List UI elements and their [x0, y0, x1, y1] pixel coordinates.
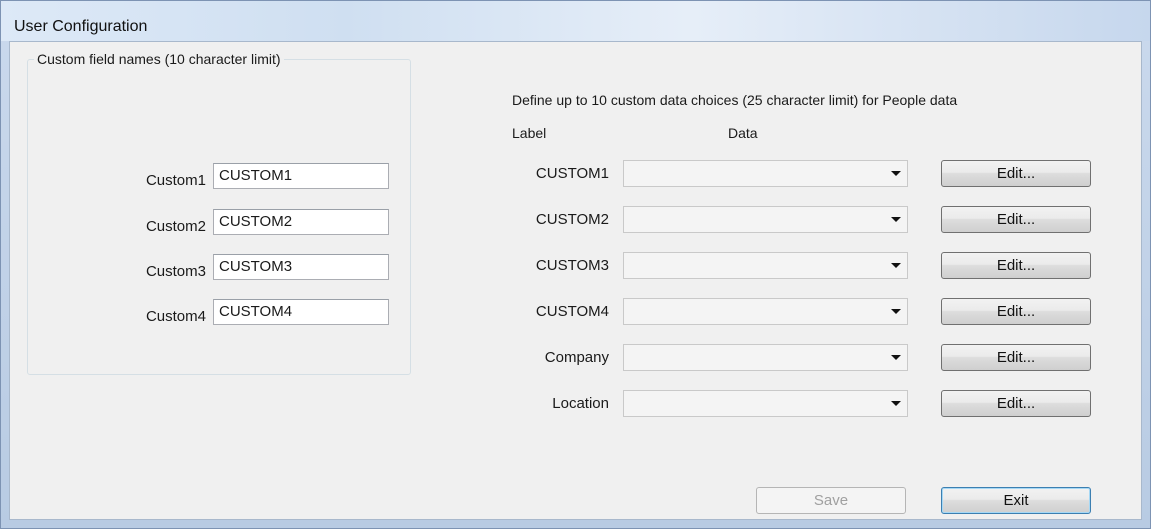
location-data-dropdown[interactable] — [623, 390, 908, 417]
data-column-header: Data — [728, 125, 758, 141]
custom1-data-label: CUSTOM1 — [535, 165, 609, 182]
company-data-label: Company — [544, 349, 609, 366]
chevron-down-icon[interactable] — [885, 161, 907, 186]
instruction-text: Define up to 10 custom data choices (25 … — [512, 92, 958, 108]
custom4-data-dropdown[interactable] — [623, 298, 908, 325]
custom1-label: Custom1 — [145, 172, 206, 189]
custom4-data-label: CUSTOM4 — [535, 303, 609, 320]
chevron-down-icon[interactable] — [885, 345, 907, 370]
custom2-data-dropdown[interactable] — [623, 206, 908, 233]
custom4-name-input[interactable]: CUSTOM4 — [213, 299, 389, 325]
location-data-label: Location — [552, 395, 609, 412]
custom2-data-label: CUSTOM2 — [535, 211, 609, 228]
company-edit-button[interactable]: Edit... — [941, 344, 1091, 371]
label-column-header: Label — [512, 125, 547, 141]
company-data-dropdown[interactable] — [623, 344, 908, 371]
user-configuration-window: User Configuration Custom field names (1… — [0, 0, 1151, 529]
custom4-label: Custom4 — [145, 308, 206, 325]
custom2-name-input[interactable]: CUSTOM2 — [213, 209, 389, 235]
custom2-edit-button[interactable]: Edit... — [941, 206, 1091, 233]
custom3-name-input[interactable]: CUSTOM3 — [213, 254, 389, 280]
chevron-down-icon[interactable] — [885, 299, 907, 324]
exit-button[interactable]: Exit — [941, 487, 1091, 514]
custom3-data-label: CUSTOM3 — [535, 257, 609, 274]
custom3-edit-button[interactable]: Edit... — [941, 252, 1091, 279]
chevron-down-icon[interactable] — [885, 253, 907, 278]
custom1-data-dropdown[interactable] — [623, 160, 908, 187]
save-button[interactable]: Save — [756, 487, 906, 514]
title-bar[interactable]: User Configuration — [1, 1, 1150, 41]
custom4-edit-button[interactable]: Edit... — [941, 298, 1091, 325]
chevron-down-icon[interactable] — [885, 391, 907, 416]
custom3-label: Custom3 — [145, 263, 206, 280]
chevron-down-icon[interactable] — [885, 207, 907, 232]
custom-field-names-legend: Custom field names (10 character limit) — [34, 51, 284, 67]
window-title: User Configuration — [14, 18, 148, 35]
custom1-edit-button[interactable]: Edit... — [941, 160, 1091, 187]
location-edit-button[interactable]: Edit... — [941, 390, 1091, 417]
custom1-name-input[interactable]: CUSTOM1 — [213, 163, 389, 189]
custom3-data-dropdown[interactable] — [623, 252, 908, 279]
custom2-label: Custom2 — [145, 218, 206, 235]
